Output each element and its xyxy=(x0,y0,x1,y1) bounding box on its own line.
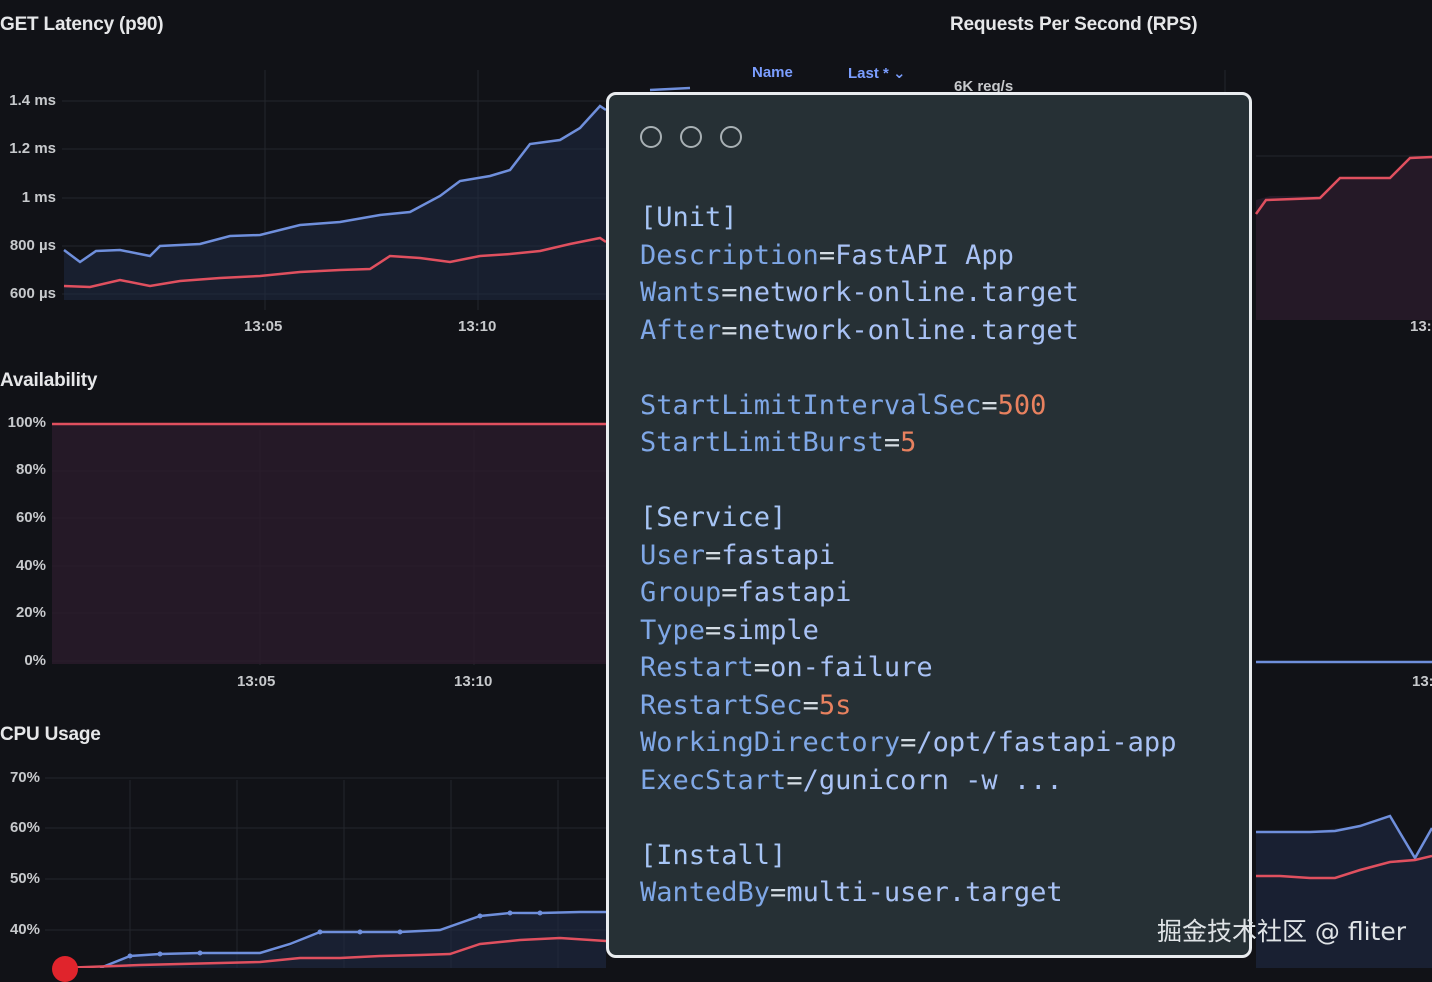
code-window: [Unit] Description=FastAPI App Wants=netwo… xyxy=(606,92,1252,958)
code-key: WorkingDirectory xyxy=(640,727,901,758)
latency-ytick: 1.2 ms xyxy=(9,140,56,157)
code-value: /gunicorn -w ... xyxy=(802,764,1063,796)
availability-xtick: 13:05 xyxy=(237,673,276,690)
code-key: Restart xyxy=(640,652,754,683)
code-section-header: [Install] xyxy=(640,839,787,871)
cpu-ytick: 70% xyxy=(9,769,40,786)
code-key: User xyxy=(640,539,706,571)
cpu-ytick: 50% xyxy=(9,870,40,887)
code-key: Type xyxy=(640,614,706,646)
minimize-circle-icon[interactable] xyxy=(680,126,702,148)
rps-xtick: 13: xyxy=(1412,673,1432,690)
availability-panel-title[interactable]: Availability xyxy=(0,370,97,392)
code-line: Restart=on-failure xyxy=(640,649,1176,687)
code-equals: = xyxy=(786,764,803,796)
code-value: fastapi xyxy=(737,577,852,608)
code-equals: = xyxy=(753,652,771,683)
code-value: 500 xyxy=(997,389,1047,421)
availability-ytick: 0% xyxy=(24,652,46,669)
code-line: RestartSec=5s xyxy=(640,687,1176,725)
code-equals: = xyxy=(770,877,787,908)
code-line: Group=fastapi xyxy=(640,574,1176,612)
cpu-ytick: 60% xyxy=(9,819,40,836)
code-equals: = xyxy=(705,539,722,571)
code-section-header: [Service] xyxy=(640,502,787,533)
code-value: on-failure xyxy=(770,652,933,683)
code-key: RestartSec xyxy=(640,689,803,721)
watermark: 掘金技术社区 @ fliter xyxy=(1156,917,1406,946)
code-line: Description=FastAPI App xyxy=(640,237,1176,275)
code-line: Wants=network-online.target xyxy=(640,274,1176,312)
code-key: Description xyxy=(640,239,819,271)
close-circle-icon[interactable] xyxy=(640,126,662,148)
code-equals: = xyxy=(705,614,722,646)
code-value: 5 xyxy=(900,427,917,458)
code-value: fastapi xyxy=(721,539,836,571)
latency-ytick: 1 ms xyxy=(21,189,56,206)
code-value: network-online.target xyxy=(737,277,1079,308)
code-value: multi-user.target xyxy=(786,877,1063,908)
cursor-indicator xyxy=(52,956,78,982)
systemd-unit-file: [Unit] Description=FastAPI App Wants=netwo… xyxy=(640,199,1176,912)
code-value: /opt/fastapi-app xyxy=(916,727,1177,758)
latency-ytick: 600 µs xyxy=(9,285,56,302)
latency-panel-title[interactable]: GET Latency (p90) xyxy=(0,14,164,36)
maximize-circle-icon[interactable] xyxy=(720,126,742,148)
code-line: StartLimitIntervalSec=500 xyxy=(640,387,1176,425)
latency-ytick: 800 µs xyxy=(9,237,56,254)
code-value: network-online.target xyxy=(737,314,1079,346)
availability-ytick: 20% xyxy=(15,604,46,621)
code-equals: = xyxy=(883,427,901,458)
availability-ytick: 100% xyxy=(7,414,46,431)
availability-ytick: 60% xyxy=(15,509,46,526)
code-line: [Service] xyxy=(640,499,1176,537)
latency-xtick: 13:05 xyxy=(244,318,283,335)
code-line: StartLimitBurst=5 xyxy=(640,424,1176,462)
code-equals: = xyxy=(818,239,836,271)
availability-ytick: 40% xyxy=(15,557,46,574)
code-equals: = xyxy=(802,689,819,721)
latency-xtick: 13:10 xyxy=(458,318,497,335)
availability-ytick: 80% xyxy=(15,461,46,478)
code-equals: = xyxy=(900,727,917,758)
availability-xtick: 13:10 xyxy=(454,673,493,690)
rps-xtick: 13: xyxy=(1410,318,1432,335)
cpu-ytick: 40% xyxy=(9,921,40,938)
code-equals: = xyxy=(721,577,738,608)
code-key: WantedBy xyxy=(640,877,771,908)
code-line: [Install] xyxy=(640,837,1176,875)
legend-last-header[interactable]: Last * ⌄ xyxy=(848,64,906,82)
code-key: ExecStart xyxy=(640,764,787,796)
code-key: After xyxy=(640,314,722,346)
code-value: simple xyxy=(721,614,819,646)
code-value: 5s xyxy=(818,689,852,721)
code-line: [Unit] xyxy=(640,199,1176,237)
code-line: Type=simple xyxy=(640,612,1176,650)
cpu-panel-title[interactable]: CPU Usage xyxy=(0,724,101,746)
code-line: After=network-online.target xyxy=(640,312,1176,350)
code-line: WantedBy=multi-user.target xyxy=(640,874,1176,912)
code-value: FastAPI App xyxy=(835,239,1014,271)
code-key: StartLimitBurst xyxy=(640,427,884,458)
code-equals: = xyxy=(721,314,738,346)
code-key: Wants xyxy=(640,277,722,308)
code-line: WorkingDirectory=/opt/fastapi-app xyxy=(640,724,1176,762)
latency-ytick: 1.4 ms xyxy=(9,92,56,109)
code-key: StartLimitIntervalSec xyxy=(640,389,982,421)
code-key: Group xyxy=(640,577,722,608)
legend-name-header[interactable]: Name xyxy=(752,64,793,81)
rps-panel-title[interactable]: Requests Per Second (RPS) xyxy=(950,14,1198,36)
code-equals: = xyxy=(721,277,738,308)
code-line: User=fastapi xyxy=(640,537,1176,575)
code-section-header: [Unit] xyxy=(640,202,738,233)
code-line: ExecStart=/gunicorn -w ... xyxy=(640,762,1176,800)
code-equals: = xyxy=(981,389,998,421)
